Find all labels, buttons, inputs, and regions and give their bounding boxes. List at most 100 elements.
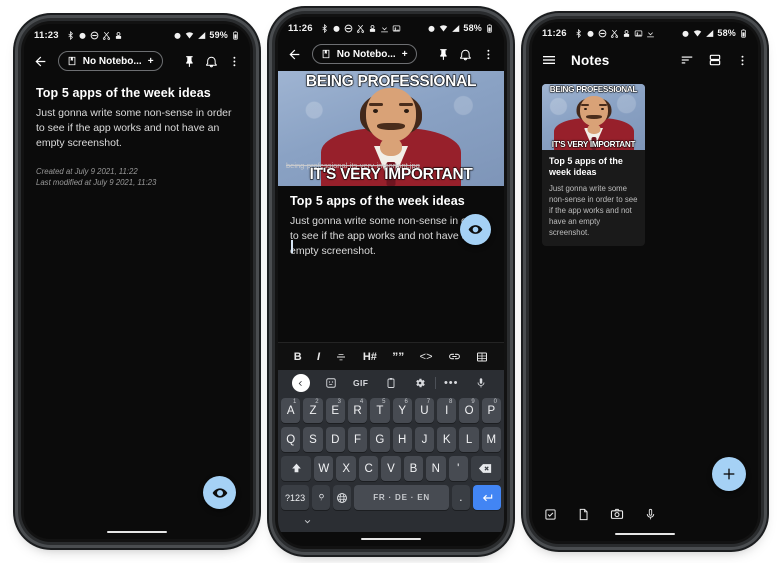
file-icon[interactable] <box>577 508 590 521</box>
key-B[interactable]: B <box>403 456 424 481</box>
key-apostrophe[interactable]: ' <box>448 456 468 481</box>
sort-icon[interactable] <box>680 53 694 67</box>
enter-key[interactable] <box>472 485 502 510</box>
nav-gesture-pill-3[interactable] <box>532 527 758 541</box>
quote-button[interactable]: ”” <box>392 350 404 364</box>
notebook-selector-chip[interactable]: No Notebo... + <box>57 51 163 71</box>
mic-icon[interactable] <box>644 508 657 521</box>
key-R[interactable]: R4 <box>347 398 368 423</box>
text-cursor <box>291 240 293 253</box>
meme-brow-left <box>369 103 383 106</box>
note-title[interactable]: Top 5 apps of the week ideas <box>24 78 250 100</box>
strikethrough-button[interactable] <box>335 351 347 363</box>
table-button[interactable] <box>476 351 488 363</box>
note-text[interactable]: Just gonna write some non-sense in order… <box>24 100 250 152</box>
numbers-key[interactable]: ?123 <box>281 485 310 510</box>
key-Q[interactable]: Q <box>281 427 301 452</box>
key-H[interactable]: H <box>392 427 412 452</box>
key-Z[interactable]: Z2 <box>303 398 323 423</box>
vpn-key-icon-2 <box>369 24 375 32</box>
kb-settings-slot[interactable] <box>405 377 435 389</box>
note-card[interactable]: BEING PROFESSIONAL IT'S VERY IMPORTANT T… <box>542 84 645 246</box>
note-title-2[interactable]: Top 5 apps of the week ideas <box>278 186 504 208</box>
kb-sticker-slot[interactable] <box>316 377 346 389</box>
hamburger-menu-icon[interactable] <box>541 52 557 68</box>
cellular-signal-icon-2 <box>452 24 460 32</box>
key-P[interactable]: P0 <box>481 398 501 423</box>
key-L[interactable]: L <box>459 427 479 452</box>
meme-eye-left <box>373 109 378 113</box>
key-K[interactable]: K <box>437 427 457 452</box>
note-card-preview: Just gonna write some non-sense in order… <box>549 183 638 237</box>
meme-face <box>366 88 416 142</box>
overflow-menu-icon[interactable] <box>228 55 241 68</box>
kb-back-button[interactable] <box>291 374 310 392</box>
note-app-bar: No Notebo... + <box>24 44 250 78</box>
note-attachment-image[interactable]: BEING PROFESSIONAL IT'S VERY IMPORTANT b… <box>278 71 504 186</box>
key-I[interactable]: I8 <box>437 398 457 423</box>
key-D[interactable]: D <box>325 427 345 452</box>
heading-button[interactable]: H# <box>363 351 377 363</box>
virtual-keyboard: GIF ••• A1 Z 2 E 3 R 4 T 5 Y 6 U 7 I 8 O… <box>278 370 504 532</box>
key-A[interactable]: A1 <box>281 398 301 423</box>
pin-icon-2[interactable] <box>437 48 450 61</box>
space-key[interactable]: FR · DE · EN <box>354 485 449 510</box>
nav-gesture-pill-2[interactable] <box>278 532 504 546</box>
note-content-2[interactable]: Top 5 apps of the week ideas Just gonna … <box>278 186 504 342</box>
key-E[interactable]: E3 <box>325 398 345 423</box>
key-Y[interactable]: Y6 <box>392 398 412 423</box>
add-notebook-button-2[interactable]: + <box>402 49 408 60</box>
kb-gif-slot[interactable]: GIF <box>346 378 376 388</box>
language-globe-key[interactable] <box>333 485 352 510</box>
checklist-icon[interactable] <box>544 508 557 521</box>
key-J[interactable]: J <box>414 427 435 452</box>
dnd-icon <box>90 31 99 39</box>
bold-button[interactable]: B <box>294 351 302 363</box>
key-U[interactable]: U7 <box>414 398 435 423</box>
key-O[interactable]: O9 <box>459 398 479 423</box>
scissors-icon-2 <box>356 24 364 33</box>
kb-more-slot[interactable]: ••• <box>436 378 466 388</box>
notebook-selector-chip-2[interactable]: No Notebo... + <box>311 44 417 64</box>
key-S[interactable]: S <box>303 427 323 452</box>
layout-toggle-icon[interactable] <box>708 53 722 67</box>
key-M[interactable]: M <box>481 427 501 452</box>
key-W[interactable]: W <box>314 456 334 481</box>
shift-key[interactable] <box>281 456 312 481</box>
note-card-title: Top 5 apps of the week ideas <box>549 156 623 178</box>
back-arrow-icon-2[interactable] <box>287 47 302 62</box>
back-arrow-icon[interactable] <box>33 54 48 69</box>
overflow-menu-icon-2[interactable] <box>482 48 495 61</box>
note-content[interactable]: Top 5 apps of the week ideas Just gonna … <box>24 78 250 525</box>
preview-fab-button[interactable] <box>203 476 236 509</box>
key-C[interactable]: C <box>358 456 379 481</box>
overflow-menu-icon-3[interactable] <box>736 54 749 67</box>
comma-emoji-key[interactable] <box>312 485 331 510</box>
nav-gesture-pill[interactable] <box>24 525 250 539</box>
key-G[interactable]: G <box>370 427 390 452</box>
camera-icon[interactable] <box>610 507 624 521</box>
card-meme-top-caption: BEING PROFESSIONAL <box>549 85 638 95</box>
link-button[interactable] <box>448 350 461 363</box>
backspace-key[interactable] <box>470 456 501 481</box>
preview-fab-button-2[interactable] <box>460 214 491 245</box>
key-V[interactable]: V <box>381 456 401 481</box>
bell-icon[interactable] <box>205 55 218 68</box>
add-note-fab-button[interactable] <box>712 457 746 491</box>
chevron-down-icon[interactable] <box>302 516 313 527</box>
code-button[interactable]: <> <box>420 351 433 363</box>
key-T[interactable]: T5 <box>370 398 390 423</box>
kb-clipboard-slot[interactable] <box>376 377 406 389</box>
kb-mic-slot[interactable] <box>466 377 496 389</box>
add-notebook-button[interactable]: + <box>148 56 154 67</box>
key-X[interactable]: X <box>336 456 356 481</box>
pin-icon[interactable] <box>183 55 196 68</box>
download-icon-3 <box>646 29 654 37</box>
italic-button[interactable]: I <box>317 351 320 363</box>
meme-brow-right <box>399 103 413 106</box>
period-key[interactable]: . <box>451 485 470 510</box>
key-N[interactable]: N <box>426 456 446 481</box>
bell-icon-2[interactable] <box>459 48 472 61</box>
notebook-name-2: No Notebo... <box>336 48 396 60</box>
key-F[interactable]: F <box>347 427 368 452</box>
